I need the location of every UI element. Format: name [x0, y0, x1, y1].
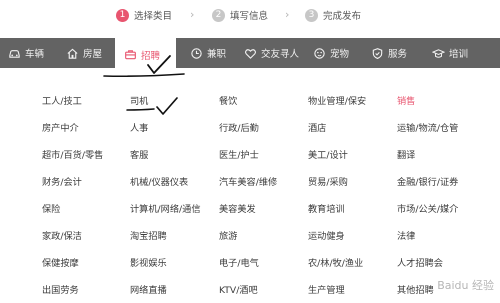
step-1: 1 选择类目: [116, 7, 172, 23]
subcategory-link[interactable]: 农/林/牧/渔业: [308, 258, 363, 270]
subcategory-link[interactable]: KTV/酒吧: [219, 285, 258, 297]
step-label: 填写信息: [230, 11, 269, 22]
nav-item-training[interactable]: 培训: [432, 38, 468, 68]
step-2: 2 填写信息: [212, 7, 268, 23]
watermark: Baidu 经验: [437, 279, 494, 292]
clock-icon: [190, 47, 203, 60]
subcategory-link[interactable]: 物业管理/保安: [308, 96, 366, 108]
chevron-right-icon: ›: [285, 8, 290, 21]
subcategory-link[interactable]: 旅游: [219, 231, 237, 243]
nav-item-jobs[interactable]: 招聘: [115, 38, 176, 71]
nav-item-label: 车辆: [25, 49, 45, 60]
category-nav: 车辆 房屋 招聘 兼职 交友寻人 宠物 服务 培训: [0, 38, 500, 71]
subcategory-link[interactable]: 财务/会计: [42, 177, 82, 189]
subcategory-link[interactable]: 计算机/网络/通信: [130, 204, 201, 216]
nav-item-label: 宠物: [330, 49, 350, 60]
subcategory-link[interactable]: 淘宝招聘: [130, 231, 167, 243]
subcategory-link[interactable]: 保健按摩: [42, 258, 79, 270]
nav-item-label: 招聘: [141, 50, 161, 62]
nav-item-label: 兼职: [207, 49, 227, 60]
subcategory-link-highlighted[interactable]: 销售: [397, 96, 415, 108]
pet-icon: [313, 47, 326, 60]
subcategory-link[interactable]: 保险: [42, 204, 60, 216]
subcategory-link[interactable]: 运动健身: [308, 231, 345, 243]
step-number: 3: [305, 8, 318, 22]
subcategory-link[interactable]: 家政/保洁: [42, 231, 82, 243]
shield-icon: [371, 47, 384, 60]
step-label: 选择类目: [134, 11, 173, 22]
subcategory-link[interactable]: 金融/银行/证券: [397, 177, 458, 189]
subcategory-link[interactable]: 其他招聘: [397, 285, 434, 297]
subcategory-link[interactable]: 房产中介: [42, 123, 79, 135]
nav-item-services[interactable]: 服务: [371, 38, 407, 68]
house-icon: [66, 47, 79, 60]
subcategory-link[interactable]: 贸易/采购: [308, 177, 348, 189]
nav-item-label: 服务: [388, 49, 408, 60]
step-3: 3 完成发布: [305, 7, 361, 23]
subcategory-link[interactable]: 美容美发: [219, 204, 256, 216]
subcategory-link[interactable]: 工人/技工: [42, 96, 82, 108]
graduation-cap-icon: [432, 47, 445, 60]
subcategory-link[interactable]: 影视娱乐: [130, 258, 167, 270]
subcategory-link[interactable]: 人才招聘会: [397, 258, 443, 270]
car-icon: [8, 47, 21, 60]
subcategory-link[interactable]: 教育培训: [308, 204, 345, 216]
step-number: 2: [212, 8, 225, 22]
underline-mark: [103, 73, 185, 78]
progress-steps: 1 选择类目 › 2 填写信息 › 3 完成发布: [0, 0, 500, 32]
heart-icon: [244, 47, 257, 60]
subcategory-link[interactable]: 机械/仪器仪表: [130, 177, 188, 189]
subcategory-link[interactable]: 运输/物流/仓管: [397, 123, 458, 135]
subcategory-link[interactable]: 出国劳务: [42, 285, 79, 297]
subcategory-link[interactable]: 市场/公关/媒介: [397, 204, 458, 216]
step-number: 1: [116, 8, 129, 22]
subcategory-link[interactable]: 超市/百货/零售: [42, 150, 103, 162]
subcategory-link[interactable]: 医生/护士: [219, 150, 259, 162]
nav-item-label: 培训: [449, 49, 469, 60]
subcategory-link[interactable]: 行政/后勤: [219, 123, 259, 135]
subcategory-link[interactable]: 电子/电气: [219, 258, 259, 270]
subcategory-link[interactable]: 餐饮: [219, 96, 237, 108]
subcategory-link[interactable]: 法律: [397, 231, 415, 243]
underline-mark: [126, 108, 155, 111]
nav-item-dating[interactable]: 交友寻人: [244, 38, 299, 68]
chevron-right-icon: ›: [190, 8, 195, 21]
subcategory-link[interactable]: 生产管理: [308, 285, 345, 297]
subcategory-link[interactable]: 汽车美容/维修: [219, 177, 277, 189]
subcategory-link[interactable]: 司机: [130, 96, 148, 108]
nav-item-vehicles[interactable]: 车辆: [8, 38, 44, 68]
nav-item-label: 交友寻人: [261, 49, 300, 60]
subcategory-link[interactable]: 网络直播: [130, 285, 167, 297]
subcategory-link[interactable]: 客服: [130, 150, 148, 162]
nav-item-housing[interactable]: 房屋: [66, 38, 102, 68]
checkmark-icon: [156, 97, 178, 115]
subcategory-link[interactable]: 美工/设计: [308, 150, 348, 162]
step-label: 完成发布: [323, 11, 362, 22]
subcategory-link[interactable]: 人事: [130, 123, 148, 135]
nav-item-label: 房屋: [83, 49, 103, 60]
subcategory-link[interactable]: 翻译: [397, 150, 415, 162]
briefcase-icon: [124, 48, 137, 61]
nav-item-pets[interactable]: 宠物: [313, 38, 349, 68]
subcategory-link[interactable]: 酒店: [308, 123, 326, 135]
nav-item-part-time[interactable]: 兼职: [190, 38, 226, 68]
